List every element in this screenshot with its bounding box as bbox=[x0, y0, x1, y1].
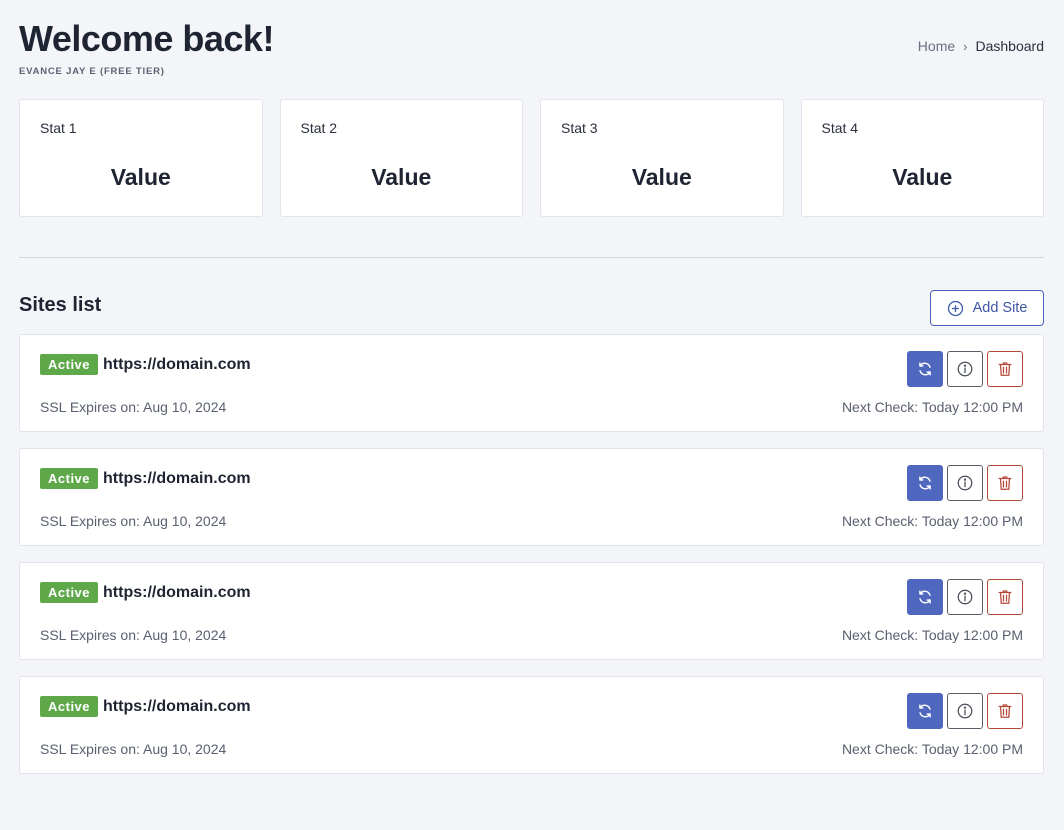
info-icon bbox=[957, 703, 973, 719]
stat-value: Value bbox=[892, 164, 953, 190]
refresh-icon bbox=[919, 704, 931, 718]
breadcrumb-current: Dashboard bbox=[975, 38, 1045, 54]
site-card: Active https://domain.com SSL Expires on… bbox=[19, 562, 1044, 660]
trash-icon bbox=[998, 362, 1012, 376]
site-heading: Active https://domain.com bbox=[40, 468, 251, 489]
site-card: Active https://domain.com SSL Expires on… bbox=[19, 448, 1044, 546]
stats-row: Stat 1 Value Stat 2 Value Stat 3 Value S… bbox=[19, 99, 1044, 217]
delete-button[interactable] bbox=[987, 351, 1023, 387]
status-badge: Active bbox=[40, 468, 99, 489]
sites-list-title: Sites list bbox=[19, 294, 102, 316]
trash-icon bbox=[998, 704, 1012, 718]
site-actions bbox=[907, 693, 1023, 729]
page-title: Welcome back! bbox=[19, 18, 274, 59]
refresh-button[interactable] bbox=[907, 465, 943, 501]
stat-value: Value bbox=[631, 164, 692, 190]
refresh-button[interactable] bbox=[907, 351, 943, 387]
stat-label: Stat 3 bbox=[561, 120, 598, 136]
delete-button[interactable] bbox=[987, 693, 1023, 729]
site-heading: Active https://domain.com bbox=[40, 582, 251, 603]
site-actions bbox=[907, 579, 1023, 615]
stat-card: Stat 3 Value bbox=[540, 99, 784, 217]
site-url: https://domain.com bbox=[103, 469, 251, 487]
sites-header: Sites list Add Site bbox=[19, 290, 1044, 326]
info-icon bbox=[957, 589, 973, 605]
add-site-label: Add Site bbox=[972, 300, 1028, 316]
info-button[interactable] bbox=[947, 351, 983, 387]
next-check: Next Check: Today 12:00 PM bbox=[841, 741, 1023, 757]
trash-icon bbox=[998, 590, 1012, 604]
status-badge: Active bbox=[40, 354, 99, 375]
stat-label: Stat 2 bbox=[300, 120, 338, 136]
stat-label: Stat 4 bbox=[821, 120, 859, 136]
stat-card: Stat 1 Value bbox=[19, 99, 263, 217]
site-heading: Active https://domain.com bbox=[40, 696, 251, 717]
add-site-button[interactable]: Add Site bbox=[930, 290, 1044, 326]
ssl-expiry: SSL Expires on: Aug 10, 2024 bbox=[40, 627, 227, 643]
stat-card: Stat 2 Value bbox=[279, 99, 523, 217]
refresh-button[interactable] bbox=[907, 579, 943, 615]
refresh-icon bbox=[919, 590, 931, 604]
stat-value: Value bbox=[110, 164, 171, 190]
info-icon bbox=[957, 475, 973, 491]
account-subtitle: EVANCE JAY E (FREE TIER) bbox=[19, 66, 165, 77]
info-button[interactable] bbox=[947, 579, 983, 615]
site-list: Active https://domain.com SSL Expires on… bbox=[19, 334, 1044, 790]
dashboard-page: Welcome back! EVANCE JAY E (FREE TIER) H… bbox=[0, 0, 1064, 830]
page-header: Welcome back! EVANCE JAY E (FREE TIER) H… bbox=[19, 18, 1044, 80]
refresh-icon bbox=[919, 362, 931, 376]
status-badge: Active bbox=[40, 582, 99, 603]
stat-card: Stat 4 Value bbox=[800, 99, 1044, 217]
ssl-expiry: SSL Expires on: Aug 10, 2024 bbox=[40, 513, 227, 529]
next-check: Next Check: Today 12:00 PM bbox=[841, 627, 1023, 643]
site-actions bbox=[907, 465, 1023, 501]
site-card: Active https://domain.com SSL Expires on… bbox=[19, 676, 1044, 774]
delete-button[interactable] bbox=[987, 579, 1023, 615]
section-divider bbox=[19, 257, 1044, 258]
stat-value: Value bbox=[371, 164, 432, 190]
ssl-expiry: SSL Expires on: Aug 10, 2024 bbox=[40, 399, 227, 415]
site-url: https://domain.com bbox=[103, 583, 251, 601]
breadcrumb-home-link[interactable]: Home bbox=[918, 38, 955, 54]
status-badge: Active bbox=[40, 696, 99, 717]
site-heading: Active https://domain.com bbox=[40, 354, 251, 375]
site-url: https://domain.com bbox=[103, 355, 251, 373]
site-actions bbox=[907, 351, 1023, 387]
info-icon bbox=[957, 361, 973, 377]
next-check: Next Check: Today 12:00 PM bbox=[841, 399, 1023, 415]
breadcrumb: Home › Dashboard bbox=[918, 38, 1044, 54]
breadcrumb-separator: › bbox=[963, 38, 968, 54]
site-url: https://domain.com bbox=[103, 697, 251, 715]
info-button[interactable] bbox=[947, 465, 983, 501]
trash-icon bbox=[998, 476, 1012, 490]
info-button[interactable] bbox=[947, 693, 983, 729]
delete-button[interactable] bbox=[987, 465, 1023, 501]
ssl-expiry: SSL Expires on: Aug 10, 2024 bbox=[40, 741, 227, 757]
site-card: Active https://domain.com SSL Expires on… bbox=[19, 334, 1044, 432]
stat-label: Stat 1 bbox=[40, 120, 77, 136]
refresh-button[interactable] bbox=[907, 693, 943, 729]
refresh-icon bbox=[919, 476, 931, 490]
next-check: Next Check: Today 12:00 PM bbox=[841, 513, 1023, 529]
plus-circle-icon bbox=[947, 300, 964, 317]
